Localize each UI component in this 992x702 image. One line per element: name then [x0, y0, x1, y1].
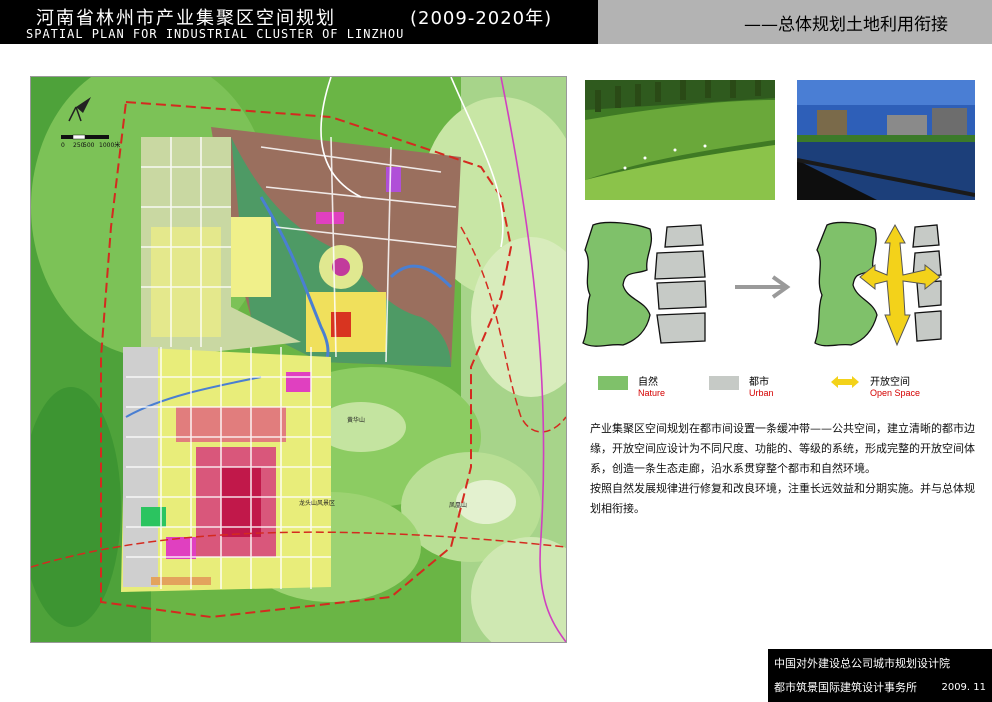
scale-label: 500	[83, 142, 95, 149]
scale-bar	[61, 134, 109, 140]
legend-open-space: 开放空间 Open Space	[830, 373, 970, 398]
legend-label-en: Nature	[638, 388, 666, 398]
land-use-map: 0 250 500 1000米 黄华山 龙头山风景区 凤凰山	[30, 76, 567, 643]
place-label: 龙头山风景区	[299, 499, 335, 507]
legend-label-en: Urban	[749, 388, 774, 398]
urban-blocks	[654, 224, 707, 344]
legend-nature: 自然 Nature	[598, 373, 708, 398]
date-label: 2009. 11	[941, 682, 986, 693]
section-title: ——总体规划土地利用衔接	[744, 15, 948, 35]
park-slope-photo	[585, 80, 775, 200]
arrow-icon	[735, 275, 791, 299]
place-label: 黄华山	[347, 416, 365, 424]
green-swatch	[598, 376, 628, 390]
double-arrow-icon	[831, 376, 859, 388]
plan-subtitle: SPATIAL PLAN FOR INDUSTRIAL CLUSTER OF L…	[26, 27, 405, 41]
waterfront-photo	[797, 80, 975, 200]
description-paragraph: 产业集聚区空间规划在都市间设置一条缓冲带——公共空间，建立清晰的都市边缘，开放空…	[590, 422, 975, 475]
map-canvas: 0 250 500 1000米 黄华山 龙头山风景区 凤凰山	[31, 77, 566, 642]
legend-label: 都市	[749, 377, 769, 388]
credits-footer: 中国对外建设总公司城市规划设计院 都市筑景国际建筑设计事务所 2009. 11	[768, 649, 992, 702]
plan-description: 产业集聚区空间规划在都市间设置一条缓冲带——公共空间，建立清晰的都市边缘，开放空…	[590, 419, 978, 519]
institute-name: 中国对外建设总公司城市规划设计院	[774, 657, 950, 670]
plan-years: (2009-2020年)	[410, 8, 553, 29]
nature-shape	[582, 221, 653, 347]
legend-label-en: Open Space	[870, 388, 921, 398]
description-paragraph: 按照自然发展规律进行修复和改良环境，注重长远效益和分期实施。并与总体规划相衔接。	[590, 482, 975, 515]
title-bar: 河南省林州市产业集聚区空间规划 (2009-2020年) SPATIAL PLA…	[0, 0, 598, 44]
open-space-concept-diagram	[575, 215, 975, 365]
scale-label: 1000米	[99, 141, 120, 149]
gray-swatch	[709, 376, 739, 390]
legend-label: 开放空间	[870, 377, 910, 388]
scale-label: 0	[61, 142, 65, 149]
legend-label: 自然	[638, 377, 658, 388]
legend-urban: 都市 Urban	[709, 373, 819, 398]
section-bar: ——总体规划土地利用衔接	[598, 0, 992, 44]
firm-name: 都市筑景国际建筑设计事务所	[774, 681, 917, 694]
place-label: 凤凰山	[449, 501, 467, 509]
